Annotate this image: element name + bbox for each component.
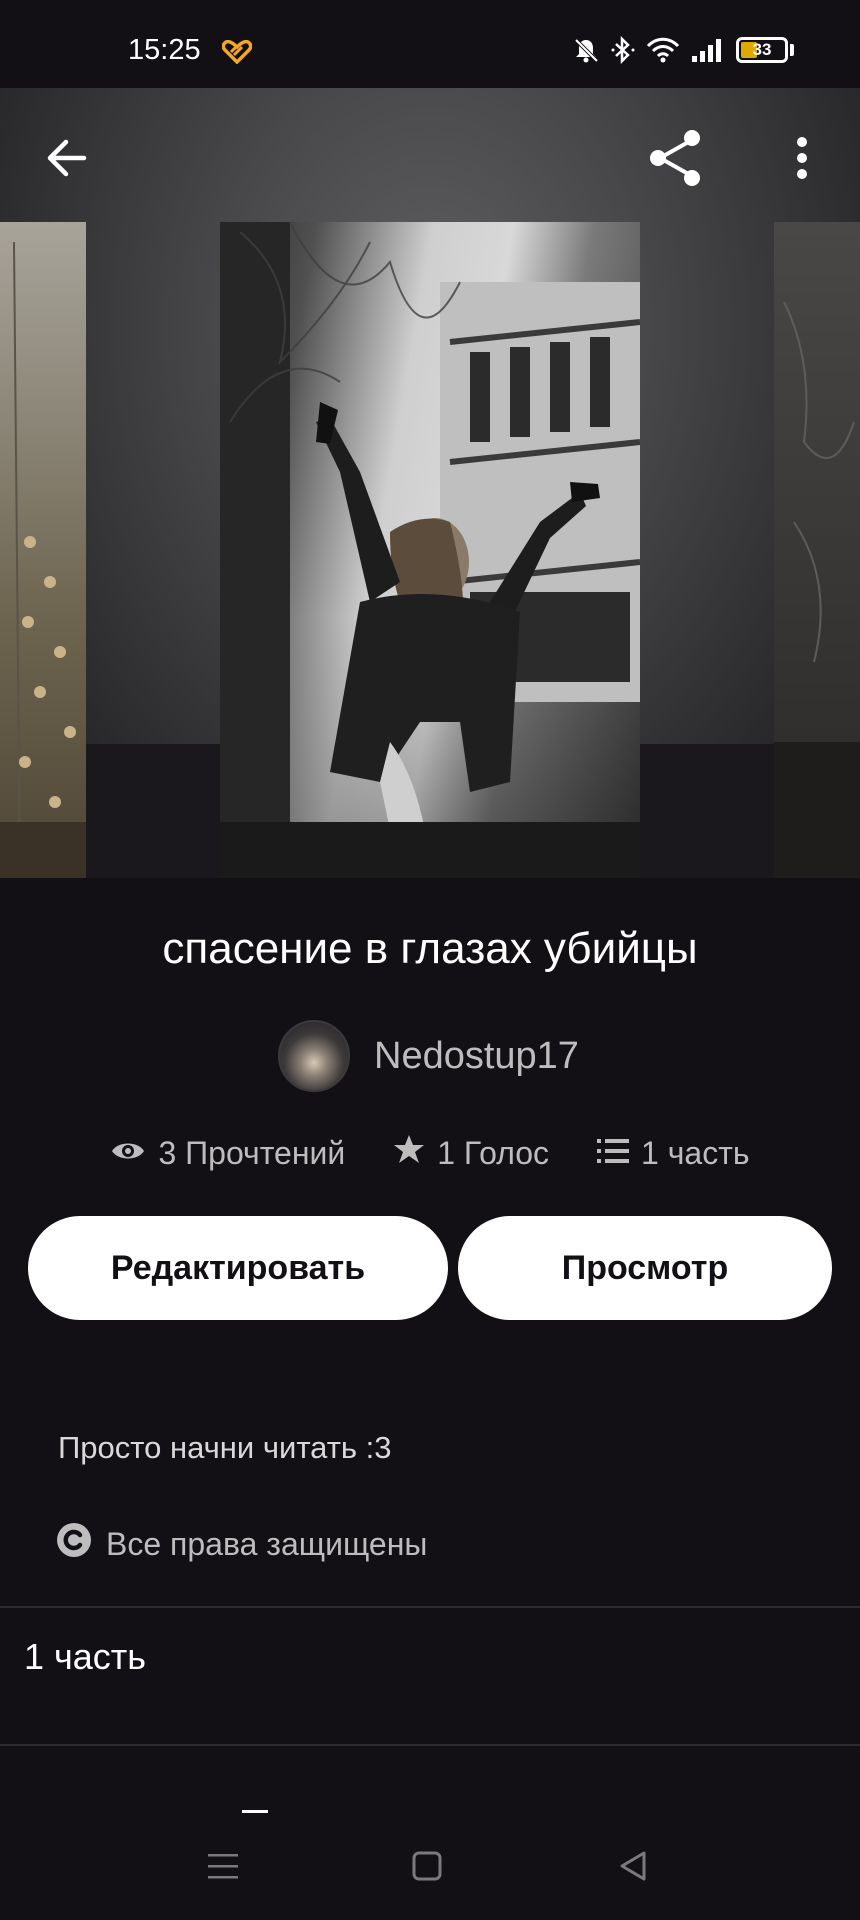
menu-icon bbox=[206, 1851, 240, 1886]
votes-stat: 1 Голос bbox=[393, 1134, 549, 1172]
more-vertical-icon bbox=[795, 136, 809, 185]
parts-count: 1 часть bbox=[641, 1134, 750, 1171]
battery-level: 33 bbox=[752, 40, 772, 59]
copyright-row: Все права защищены bbox=[56, 1522, 427, 1566]
story-title: спасение в глазах убийцы bbox=[162, 924, 698, 973]
bell-muted-icon bbox=[572, 36, 600, 64]
arrow-left-icon bbox=[44, 138, 88, 183]
cover-previous[interactable] bbox=[0, 222, 86, 878]
status-time: 15:25 bbox=[128, 34, 201, 66]
author-name: Nedostup17 bbox=[374, 1034, 579, 1077]
edit-button[interactable]: Редактировать bbox=[28, 1216, 448, 1320]
votes-count: 1 Голос bbox=[437, 1134, 550, 1171]
list-icon bbox=[597, 1135, 630, 1172]
author-link[interactable]: Nedostup17 bbox=[278, 1020, 579, 1092]
eye-icon bbox=[110, 1135, 146, 1172]
square-icon bbox=[411, 1850, 443, 1887]
copyright-icon bbox=[56, 1522, 92, 1566]
cover-next[interactable] bbox=[774, 222, 860, 878]
share-icon bbox=[646, 128, 706, 193]
nav-back-button[interactable] bbox=[608, 1848, 658, 1888]
nav-recents-button[interactable] bbox=[198, 1848, 248, 1888]
more-options-button[interactable] bbox=[772, 130, 832, 190]
bluetooth-icon bbox=[610, 36, 636, 64]
nav-home-button[interactable] bbox=[402, 1848, 452, 1888]
status-icons: 33 bbox=[572, 36, 794, 64]
reads-stat: 3 Прочтений bbox=[110, 1134, 345, 1172]
back-button[interactable] bbox=[36, 130, 96, 190]
copyright-text: Все права защищены bbox=[106, 1525, 428, 1562]
share-button[interactable] bbox=[646, 128, 706, 193]
wifi-icon bbox=[646, 36, 680, 64]
reads-count: 3 Прочтений bbox=[158, 1134, 346, 1171]
signal-icon bbox=[690, 36, 726, 64]
heart-icon bbox=[221, 39, 253, 65]
view-button[interactable]: Просмотр bbox=[458, 1216, 832, 1320]
avatar bbox=[278, 1020, 350, 1092]
cover-carousel bbox=[0, 88, 860, 878]
cover-image[interactable] bbox=[220, 222, 640, 878]
parts-stat: 1 часть bbox=[597, 1134, 750, 1172]
story-stats: 3 Прочтений 1 Голос 1 часть bbox=[0, 1134, 860, 1172]
status-bar: 15:25 33 bbox=[0, 0, 860, 88]
part-list-item[interactable]: 1 часть bbox=[24, 1636, 146, 1678]
divider bbox=[0, 1744, 860, 1746]
story-description: Просто начни читать :3 bbox=[58, 1430, 392, 1465]
divider bbox=[0, 1606, 860, 1608]
star-icon bbox=[393, 1134, 425, 1172]
scroll-indicator bbox=[242, 1810, 268, 1813]
battery-icon: 33 bbox=[736, 37, 788, 63]
triangle-back-icon bbox=[618, 1850, 648, 1887]
